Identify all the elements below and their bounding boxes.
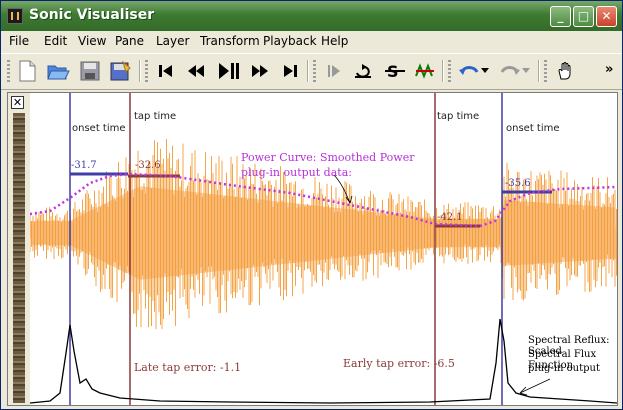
title-bar[interactable]: Sonic Visualiser _ □ ✕ <box>1 1 622 31</box>
tap-value-right: -42.1 <box>437 212 463 223</box>
toolbar-grip[interactable] <box>145 60 148 82</box>
navigate-hand-icon[interactable] <box>552 58 578 84</box>
forward-end-icon[interactable] <box>277 58 303 84</box>
onset-time-label-left: onset time <box>72 123 126 134</box>
main-pane[interactable]: ✕ onset time tap time tap time onset tim… <box>7 92 618 406</box>
late-tap-error-annotation: Late tap error: -1.1 <box>134 361 242 374</box>
align-icon[interactable] <box>412 58 438 84</box>
window-title: Sonic Visualiser <box>29 7 155 23</box>
tap-time-label-left: tap time <box>134 111 177 122</box>
maximize-button[interactable]: □ <box>573 6 594 27</box>
save-session-icon[interactable] <box>107 58 133 84</box>
solo-icon[interactable]: S <box>382 58 408 84</box>
menu-transform[interactable]: Transform <box>200 34 260 48</box>
close-button[interactable]: ✕ <box>596 6 617 27</box>
tap-value-left: -32.6 <box>135 160 161 171</box>
onset-time-label-right: onset time <box>506 123 560 134</box>
tap-time-label-right: tap time <box>437 111 480 122</box>
play-selection-icon[interactable] <box>321 58 347 84</box>
toolbar-separator <box>538 60 540 82</box>
toolbar: S » <box>1 53 622 90</box>
toolbar-overflow-button[interactable]: » <box>605 62 613 77</box>
toolbar-separator <box>442 60 444 82</box>
new-file-icon[interactable] <box>14 58 40 84</box>
menu-help[interactable]: Help <box>321 34 348 48</box>
save-icon[interactable] <box>77 58 103 84</box>
early-tap-error-annotation: Early tap error: -6.5 <box>343 357 455 370</box>
pane-side-strip: ✕ <box>8 93 30 405</box>
menu-edit[interactable]: Edit <box>44 34 67 48</box>
toolbar-grip[interactable] <box>448 60 451 82</box>
menu-playback[interactable]: Playback <box>263 34 317 48</box>
menu-pane[interactable]: Pane <box>115 34 144 48</box>
rewind-icon[interactable] <box>183 58 209 84</box>
menu-view[interactable]: View <box>78 34 106 48</box>
toolbar-separator <box>307 60 309 82</box>
close-pane-icon[interactable]: ✕ <box>11 96 24 109</box>
power-curve-annotation-line2: plug-in output data: <box>241 166 352 179</box>
toolbar-separator <box>139 60 141 82</box>
toolbar-grip[interactable] <box>313 60 316 82</box>
play-pause-icon[interactable] <box>215 58 241 84</box>
undo-dropdown-icon[interactable] <box>479 58 491 84</box>
spectral-flux-annotation-line3: plug-in output <box>528 363 600 374</box>
power-curve-annotation-line1: Power Curve: Smoothed Power <box>241 151 415 164</box>
overview-strip[interactable] <box>13 113 25 403</box>
spectral-flux-pointer <box>519 378 551 394</box>
menu-layer[interactable]: Layer <box>156 34 189 48</box>
loop-icon[interactable] <box>351 58 377 84</box>
menu-bar: File Edit View Pane Layer Transform Play… <box>1 31 622 52</box>
open-file-icon[interactable] <box>45 58 71 84</box>
toolbar-grip[interactable] <box>7 60 10 82</box>
minimize-button[interactable]: _ <box>550 6 571 27</box>
menu-file[interactable]: File <box>9 34 29 48</box>
onset-value-right: -35.6 <box>505 178 531 189</box>
fast-forward-icon[interactable] <box>247 58 273 84</box>
app-window: Sonic Visualiser _ □ ✕ File Edit View Pa… <box>0 0 623 410</box>
sonic-visualiser-icon <box>7 8 23 24</box>
rewind-start-icon[interactable] <box>153 58 179 84</box>
redo-dropdown-icon[interactable] <box>520 58 532 84</box>
onset-value-left: -31.7 <box>71 160 97 171</box>
toolbar-grip[interactable] <box>544 60 547 82</box>
